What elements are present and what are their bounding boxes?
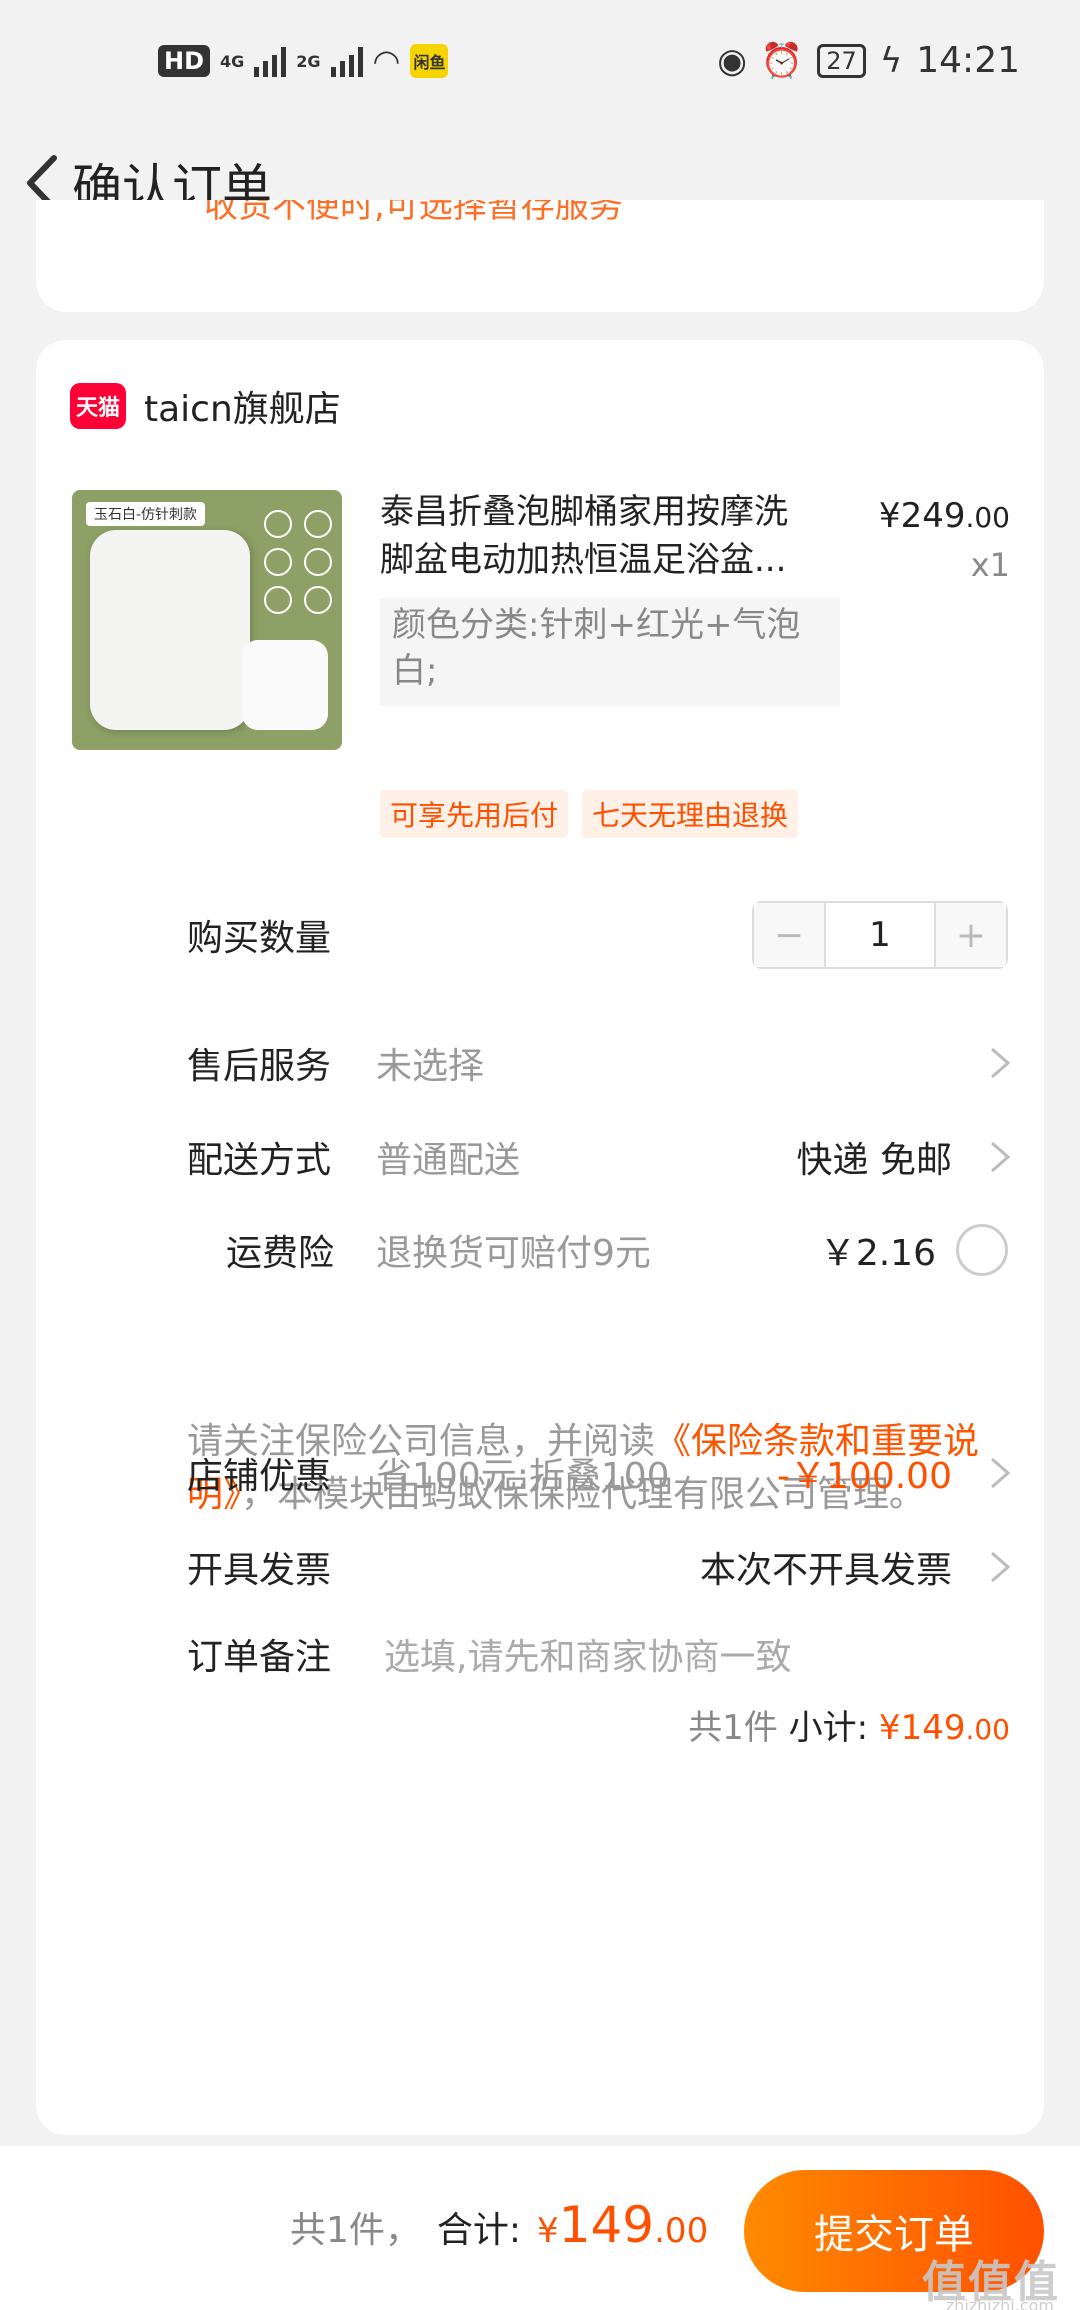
product-image[interactable]: 玉石白-仿针刺款 <box>72 490 342 750</box>
signal-icon-2 <box>330 45 363 77</box>
subtotal-label: 小计: <box>788 1708 869 1748</box>
signal-icon <box>254 45 287 77</box>
product-feature-icons <box>264 510 334 614</box>
invoice-label: 开具发票 <box>187 1550 332 1591</box>
charging-icon: ϟ <box>879 40 903 81</box>
delivery-fee: 快递 免邮 <box>796 1140 952 1181</box>
shipping-insurance-desc: 退换货可赔付9元 <box>376 1233 651 1274</box>
status-left: HD 4G 2G ◠ 闲鱼 <box>158 42 449 80</box>
order-note-row[interactable]: 订单备注 选填,请先和商家协商一致 <box>36 1614 1044 1694</box>
total-label: 合计: <box>436 2210 522 2251</box>
chevron-right-icon <box>991 1141 1011 1173</box>
quantity-stepper: − 1 + <box>752 901 1008 969</box>
shop-header[interactable]: 天猫 taicn旗舰店 <box>70 380 341 432</box>
shop-discount-row[interactable]: 店铺优惠 省100元:折叠100 -￥100.00 <box>36 1433 1044 1513</box>
subtotal-symbol: ¥ <box>878 1708 901 1748</box>
after-sales-label: 售后服务 <box>187 1046 332 1087</box>
shipping-insurance-label: 运费险 <box>226 1233 335 1274</box>
product-title[interactable]: 泰昌折叠泡脚桶家用按摩洗脚盆电动加热恒温足浴盆... <box>380 488 820 584</box>
clock: 14:21 <box>916 40 1020 81</box>
watermark-url: zhizhizhi.com <box>945 2296 1054 2310</box>
hd-icon: HD <box>158 45 211 77</box>
quantity-label: 购买数量 <box>187 918 332 959</box>
alarm-icon: ⏰ <box>760 40 804 81</box>
total-count: 共1件， <box>290 2210 421 2251</box>
shipping-insurance-price: ￥2.16 <box>819 1233 936 1274</box>
total-price: ¥149.00 <box>537 2196 708 2254</box>
total-dec: .00 <box>654 2211 709 2251</box>
subtotal-price: ¥149.00 <box>879 1708 1010 1748</box>
network-4g-label: 4G <box>220 51 245 71</box>
increase-button[interactable]: + <box>936 903 1006 967</box>
shop-discount-amount: -￥100.00 <box>777 1456 952 1497</box>
product-qty: x1 <box>970 546 1010 584</box>
wifi-icon: ◠ <box>372 42 401 80</box>
quantity-row: 购买数量 − 1 + <box>36 895 1044 975</box>
order-card: 天猫 taicn旗舰店 玉石白-仿针刺款 泰昌折叠泡脚桶家用按摩洗脚盆电动加热恒… <box>36 340 1044 2135</box>
network-2g-label: 2G <box>296 51 321 71</box>
price-symbol: ¥ <box>878 496 901 536</box>
order-note-input[interactable]: 选填,请先和商家协商一致 <box>384 1628 791 1680</box>
invoice-value: 本次不开具发票 <box>699 1550 952 1591</box>
pickup-hint-text: 收货不便时,可选择暂存服务 <box>204 200 623 226</box>
shipping-insurance-radio[interactable] <box>956 1224 1008 1276</box>
total-int: 149 <box>558 2196 655 2254</box>
total-symbol: ¥ <box>537 2211 559 2251</box>
bottom-bar: 共1件， 合计: ¥149.00 提交订单 值值值 zhizhizhi.com <box>0 2146 1080 2310</box>
decrease-button[interactable]: − <box>754 903 824 967</box>
subtotal: 共1件 小计: ¥149.00 <box>688 1700 1010 1749</box>
chevron-right-icon <box>991 1551 1011 1583</box>
chevron-right-icon <box>991 1047 1011 1079</box>
subtotal-dec: .00 <box>965 1713 1010 1746</box>
shipping-insurance-row: 运费险 退换货可赔付9元 ￥2.16 <box>36 1210 1044 1290</box>
status-bar: HD 4G 2G ◠ 闲鱼 ◉ ⏰ 27 ϟ 14:21 <box>0 0 1080 120</box>
price-int: 249 <box>900 496 966 536</box>
delivery-label: 配送方式 <box>187 1140 332 1181</box>
product-price: ¥249.00 <box>879 496 1010 536</box>
subtotal-int: 149 <box>900 1708 966 1748</box>
after-sales-row[interactable]: 售后服务 未选择 <box>36 1023 1044 1103</box>
product-image-tub <box>90 530 250 730</box>
eye-icon: ◉ <box>717 40 747 81</box>
total-summary: 共1件， 合计: ¥149.00 <box>290 2196 708 2254</box>
shop-discount-label: 店铺优惠 <box>187 1456 332 1497</box>
shop-discount-value: 省100元:折叠100 <box>376 1456 670 1497</box>
delivery-value: 普通配送 <box>376 1140 521 1181</box>
status-right: ◉ ⏰ 27 ϟ 14:21 <box>717 40 1020 81</box>
delivery-row[interactable]: 配送方式 普通配送 快递 免邮 <box>36 1117 1044 1197</box>
after-sales-value: 未选择 <box>376 1046 485 1087</box>
tmall-icon: 天猫 <box>70 383 126 429</box>
address-card[interactable]: 收货不便时,可选择暂存服务 <box>36 200 1044 312</box>
chevron-right-icon <box>991 1457 1011 1489</box>
service-badges: 可享先用后付 七天无理由退换 <box>380 790 799 838</box>
subtotal-count: 共1件 <box>688 1708 778 1748</box>
quantity-input[interactable]: 1 <box>824 903 936 967</box>
xianyu-app-icon: 闲鱼 <box>410 44 449 78</box>
price-dec: .00 <box>965 501 1010 534</box>
badge-seven-day-return: 七天无理由退换 <box>582 790 799 838</box>
order-note-label: 订单备注 <box>187 1637 332 1678</box>
invoice-row[interactable]: 开具发票 本次不开具发票 <box>36 1527 1044 1607</box>
battery-icon: 27 <box>817 43 866 78</box>
badge-pay-later: 可享先用后付 <box>380 790 569 838</box>
product-spec[interactable]: 颜色分类:针刺+红光+气泡白; <box>380 598 840 706</box>
product-image-tub-inner <box>242 640 328 730</box>
shop-name: taicn旗舰店 <box>144 389 341 430</box>
product-image-tag: 玉石白-仿针刺款 <box>86 502 206 526</box>
